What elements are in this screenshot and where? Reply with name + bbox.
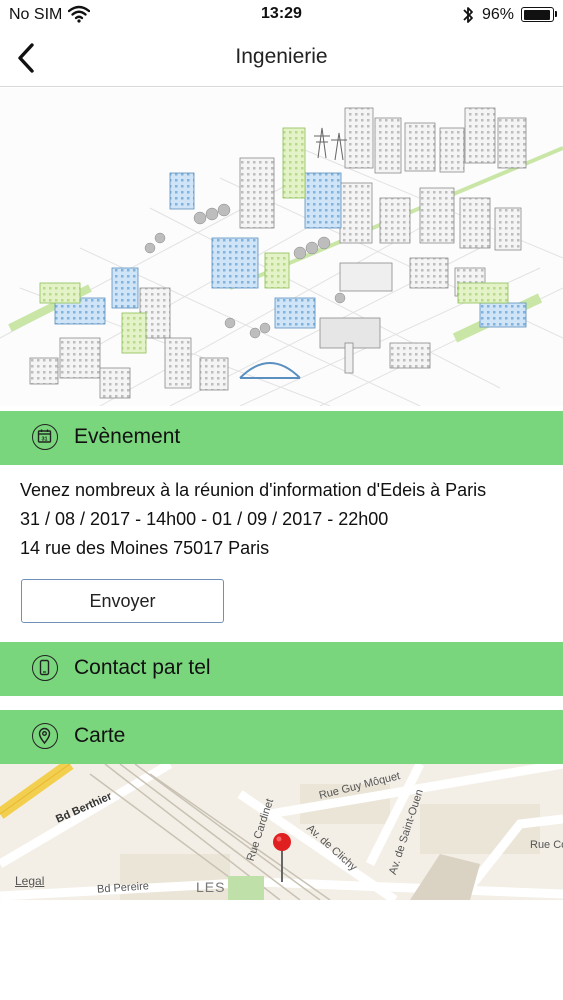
section-map[interactable]: Carte <box>0 710 563 764</box>
phone-icon <box>32 655 58 681</box>
section-contact[interactable]: Contact par tel <box>0 642 563 696</box>
map-view[interactable]: Bd Berthier Bd Pereire Rue Cardinet Av. … <box>0 764 563 900</box>
section-contact-label: Contact par tel <box>74 656 211 679</box>
navigation-bar: Ingenierie <box>0 30 563 87</box>
event-address: 14 rue des Moines 75017 Paris <box>20 538 270 558</box>
city-illustration <box>0 88 563 406</box>
battery-percent: 96% <box>482 6 515 23</box>
battery-level <box>523 9 551 20</box>
section-event[interactable]: 31 Evènement <box>0 411 563 465</box>
map-label-les: LES <box>196 879 226 895</box>
calendar-day: 31 <box>41 437 47 443</box>
page-title: Ingenierie <box>235 45 328 68</box>
send-button[interactable]: Envoyer <box>21 579 224 623</box>
clock: 13:29 <box>261 5 302 22</box>
event-dates: 31 / 08 / 2017 - 14h00 - 01 / 09 / 2017 … <box>20 509 389 529</box>
section-event-label: Evènement <box>74 425 181 448</box>
map-label-cole: Rue Col <box>530 839 563 851</box>
map-pin-icon[interactable] <box>271 832 293 884</box>
location-pin-icon <box>32 723 58 749</box>
battery-icon <box>521 7 557 22</box>
event-details: Venez nombreux à la réunion d'informatio… <box>20 476 486 563</box>
bluetooth-icon <box>462 5 474 30</box>
status-bar: No SIM 13:29 96% <box>0 0 563 30</box>
event-description: Venez nombreux à la réunion d'informatio… <box>20 480 487 500</box>
section-map-label: Carte <box>74 724 126 747</box>
map-legal-link[interactable]: Legal <box>15 874 44 888</box>
calendar-icon: 31 <box>32 424 58 450</box>
